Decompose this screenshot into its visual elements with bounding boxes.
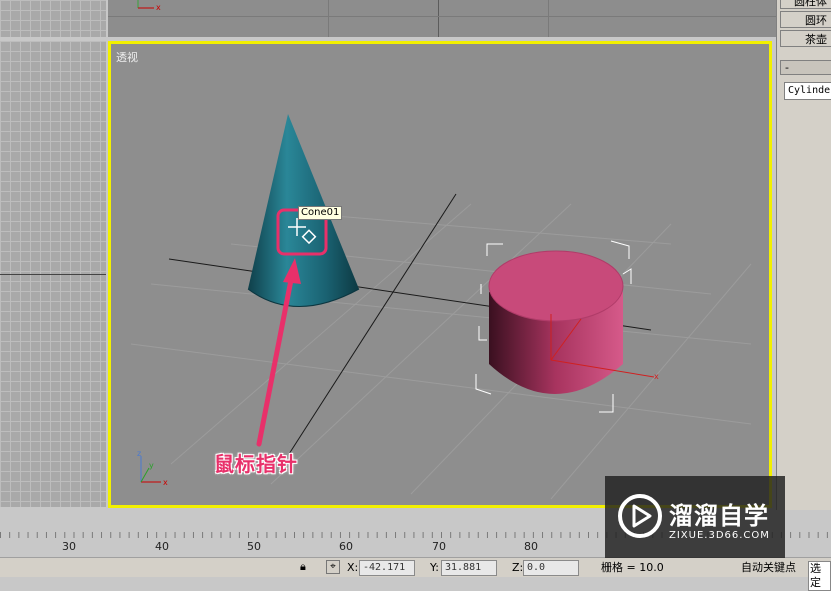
watermark: 溜溜自学 ZIXUE.3D66.COM <box>605 476 785 558</box>
y-label: Y: <box>430 561 439 574</box>
command-panel <box>776 0 831 510</box>
torus-button[interactable]: 圆环 <box>780 11 831 28</box>
x-label: X: <box>347 561 359 574</box>
autokey-button[interactable]: 自动关键点 <box>741 561 796 575</box>
object-tooltip: Cone01 <box>298 206 343 220</box>
teapot-button[interactable]: 茶壶 <box>780 30 831 47</box>
timeline-tick-60: 60 <box>339 540 353 553</box>
status-bar <box>0 557 831 577</box>
svg-text:y: y <box>149 461 154 470</box>
svg-text:x: x <box>156 3 161 12</box>
absolute-mode-icon[interactable]: ⌖ <box>326 560 340 574</box>
svg-text:z: z <box>137 449 141 458</box>
watermark-url: ZIXUE.3D66.COM <box>669 530 770 541</box>
viewport-perspective[interactable]: 透视 x z y x Cone01 鼠标指针 <box>108 41 772 508</box>
timeline-tick-80: 80 <box>524 540 538 553</box>
lock-icon[interactable]: 🔒︎ <box>300 560 312 574</box>
cylinder-object <box>488 250 624 394</box>
rollout-toggle[interactable]: - <box>785 61 789 74</box>
svg-text:x: x <box>163 478 168 487</box>
timeline-tick-70: 70 <box>432 540 446 553</box>
annotation-label: 鼠标指针 <box>214 452 298 476</box>
play-logo-icon <box>618 494 662 538</box>
selection-set-field[interactable]: 选定 <box>808 561 831 591</box>
z-coordinate-field[interactable]: 0.0 <box>523 560 579 576</box>
viewport-left[interactable] <box>0 41 106 507</box>
axis-tripod-icon: x <box>137 0 161 12</box>
cylinder-button[interactable]: 圆柱体 <box>780 0 831 9</box>
timeline-tick-50: 50 <box>247 540 261 553</box>
timeline-tick-30: 30 <box>62 540 76 553</box>
object-name-field[interactable]: Cylinder01 <box>784 82 831 100</box>
axis-tripod-icon: z y x <box>137 449 168 487</box>
watermark-title: 溜溜自学 <box>669 502 769 530</box>
viewport-top-front[interactable]: x <box>108 0 778 37</box>
y-coordinate-field[interactable]: 31.881 <box>441 560 497 576</box>
rollout-header[interactable]: - <box>780 60 831 75</box>
x-coordinate-field[interactable]: -42.171 <box>359 560 415 576</box>
timeline-tick-40: 40 <box>155 540 169 553</box>
svg-text:x: x <box>654 372 659 381</box>
scene-canvas: x z y x <box>130 114 752 500</box>
viewport-top-left[interactable] <box>0 0 106 37</box>
grid-size-text: 栅格 = 10.0 <box>601 561 664 574</box>
z-label: Z: <box>512 561 524 574</box>
